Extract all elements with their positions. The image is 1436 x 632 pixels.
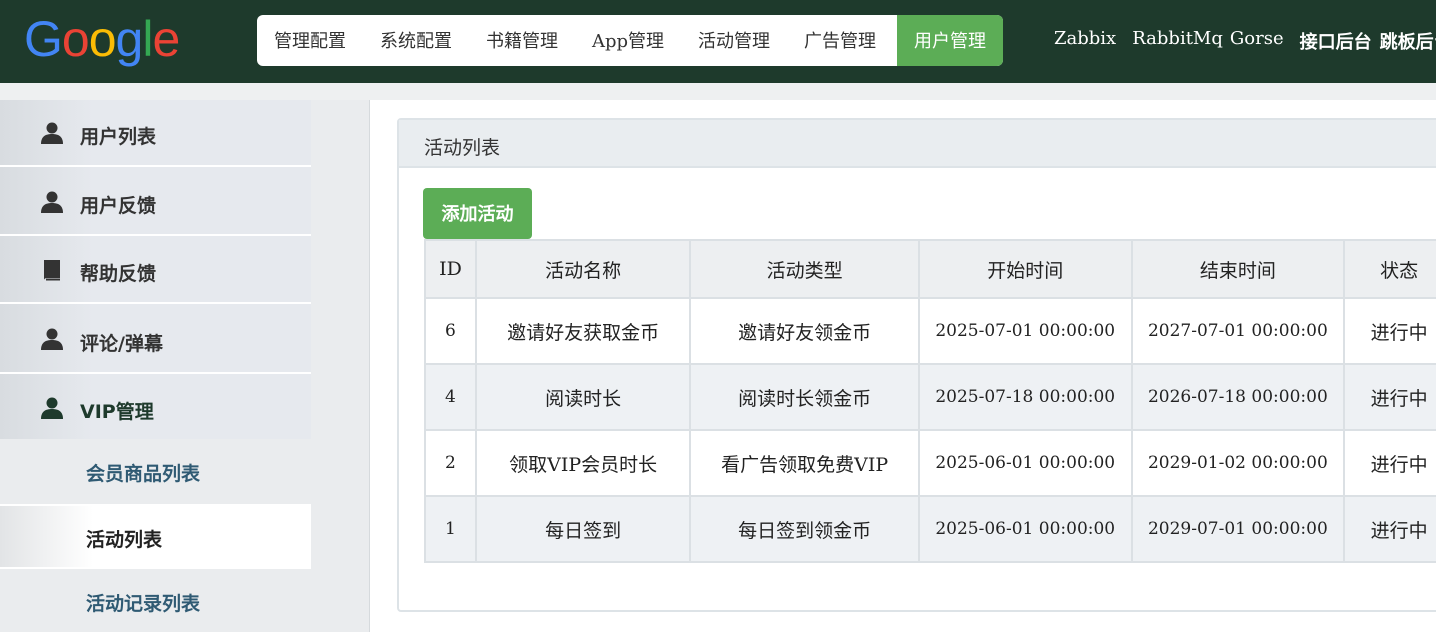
cell-status: 进行中 [1343, 297, 1436, 365]
sidebar-subitem-label: 活动列表 [86, 529, 163, 551]
cell-end: 2029-07-01 00:00:00 [1130, 495, 1346, 563]
nav-item-books[interactable]: 书籍管理 [469, 15, 575, 66]
cell-status: 进行中 [1343, 429, 1436, 497]
sidebar-item-label: 帮助反馈 [80, 263, 157, 285]
column-header-end[interactable]: 结束时间 [1130, 239, 1346, 299]
sidebar-subitem-activity-list[interactable]: 活动列表 [0, 506, 311, 567]
logo-letter: o [88, 11, 117, 67]
link-api-admin[interactable]: 接口后台 [1300, 28, 1372, 54]
cell-end: 2026-07-18 00:00:00 [1130, 363, 1346, 431]
sidebar-subitem-label: 活动记录列表 [86, 593, 201, 615]
google-logo[interactable]: Google [24, 10, 180, 68]
logo-letter: l [142, 11, 153, 67]
cell-status: 进行中 [1343, 363, 1436, 431]
activity-table: ID 活动名称 活动类型 开始时间 结束时间 状态 6 邀请好友获取金币 邀请好… [424, 239, 1436, 563]
cell-start: 2025-06-01 00:00:00 [917, 495, 1133, 563]
cell-end: 2029-01-02 00:00:00 [1130, 429, 1346, 497]
sidebar-item-label: 用户列表 [80, 126, 157, 148]
logo-letter: o [61, 11, 90, 67]
cell-end: 2027-07-01 00:00:00 [1130, 297, 1346, 365]
sidebar-subitem-label: 会员商品列表 [86, 463, 201, 485]
cell-start: 2025-07-18 00:00:00 [917, 363, 1133, 431]
cell-name: 阅读时长 [474, 363, 692, 431]
user-icon [41, 191, 63, 213]
nav-item-admin-config[interactable]: 管理配置 [257, 15, 363, 66]
nav-item-system-config[interactable]: 系统配置 [363, 15, 469, 66]
sidebar-item-help-feedback[interactable]: 帮助反馈 [0, 236, 311, 304]
column-header-name[interactable]: 活动名称 [474, 239, 692, 299]
link-rabbitmq[interactable]: RabbitMq [1132, 28, 1223, 54]
nav-item-ads[interactable]: 广告管理 [787, 15, 893, 66]
activity-panel: 活动列表 添加活动 ID 活动名称 活动类型 开始时间 结束时间 状态 6 邀请… [397, 118, 1436, 612]
cell-id: 2 [424, 429, 477, 497]
nav-item-activities[interactable]: 活动管理 [681, 15, 787, 66]
book-icon [44, 260, 60, 281]
table-row[interactable]: 1 每日签到 每日签到领金币 2025-06-01 00:00:00 2029-… [424, 495, 1436, 563]
header-underbar [0, 83, 1436, 100]
table-row[interactable]: 2 领取VIP会员时长 看广告领取免费VIP 2025-06-01 00:00:… [424, 429, 1436, 497]
sidebar-item-vip[interactable]: VIP管理 [0, 374, 311, 439]
panel-header: 活动列表 [399, 120, 1436, 168]
cell-id: 4 [424, 363, 477, 431]
cell-name: 领取VIP会员时长 [474, 429, 692, 497]
cell-start: 2025-07-01 00:00:00 [917, 297, 1133, 365]
sidebar-item-label: VIP管理 [80, 401, 154, 423]
table-row[interactable]: 4 阅读时长 阅读时长领金币 2025-07-18 00:00:00 2026-… [424, 363, 1436, 431]
sidebar: 用户列表 用户反馈 帮助反馈 评论/弹幕 VIP管理 会员商品列表 活动列表 活… [0, 100, 370, 632]
user-icon [41, 122, 63, 144]
sidebar-gutter [311, 100, 370, 632]
cell-status: 进行中 [1343, 495, 1436, 563]
cell-name: 每日签到 [474, 495, 692, 563]
column-header-id[interactable]: ID [424, 239, 477, 299]
cell-type: 邀请好友领金币 [689, 297, 920, 365]
link-zabbix[interactable]: Zabbix [1054, 28, 1116, 54]
logo-letter: e [152, 11, 180, 67]
column-header-start[interactable]: 开始时间 [917, 239, 1133, 299]
top-header: Google 管理配置 系统配置 书籍管理 App管理 活动管理 广告管理 用户… [0, 0, 1436, 83]
sidebar-item-user-feedback[interactable]: 用户反馈 [0, 167, 311, 236]
logo-letter: G [24, 11, 63, 67]
cell-id: 1 [424, 495, 477, 563]
main-nav: 管理配置 系统配置 书籍管理 App管理 活动管理 广告管理 用户管理 [257, 15, 1003, 66]
sidebar-subitem-vip-products[interactable]: 会员商品列表 [0, 439, 311, 504]
user-icon [41, 328, 63, 350]
sidebar-item-user-list[interactable]: 用户列表 [0, 100, 311, 167]
cell-start: 2025-06-01 00:00:00 [917, 429, 1133, 497]
sidebar-item-label: 用户反馈 [80, 195, 157, 217]
nav-item-users[interactable]: 用户管理 [897, 15, 1003, 66]
table-row[interactable]: 6 邀请好友获取金币 邀请好友领金币 2025-07-01 00:00:00 2… [424, 297, 1436, 365]
sidebar-item-comments[interactable]: 评论/弹幕 [0, 304, 311, 374]
add-activity-button[interactable]: 添加活动 [423, 188, 532, 239]
column-header-type[interactable]: 活动类型 [689, 239, 920, 299]
external-links: Zabbix RabbitMq Gorse 接口后台 跳板后台 [1054, 28, 1436, 54]
table-header-row: ID 活动名称 活动类型 开始时间 结束时间 状态 [424, 239, 1436, 299]
sidebar-subitem-activity-records[interactable]: 活动记录列表 [0, 569, 311, 632]
cell-id: 6 [424, 297, 477, 365]
nav-item-app[interactable]: App管理 [575, 15, 681, 66]
sidebar-item-label: 评论/弹幕 [80, 333, 163, 355]
link-gorse[interactable]: Gorse [1230, 28, 1284, 54]
user-icon [41, 397, 63, 419]
main-content: 活动列表 添加活动 ID 活动名称 活动类型 开始时间 结束时间 状态 6 邀请… [370, 100, 1436, 632]
cell-type: 看广告领取免费VIP [689, 429, 920, 497]
cell-type: 每日签到领金币 [689, 495, 920, 563]
logo-letter: g [115, 11, 144, 67]
panel-title: 活动列表 [424, 137, 501, 159]
cell-type: 阅读时长领金币 [689, 363, 920, 431]
link-jump-admin[interactable]: 跳板后台 [1380, 28, 1436, 54]
column-header-status[interactable]: 状态 [1343, 239, 1436, 299]
cell-name: 邀请好友获取金币 [474, 297, 692, 365]
